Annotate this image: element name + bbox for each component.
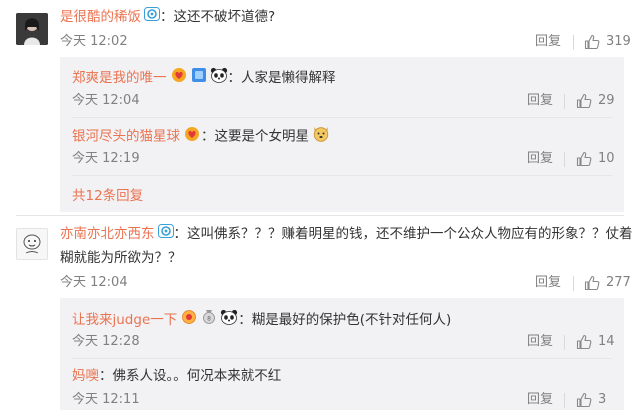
- timestamp: 今天 12:02: [60, 34, 128, 49]
- reply-button[interactable]: 回复: [527, 150, 553, 168]
- reply-line: 妈噢：佛系人设。。何况本来就不红: [72, 366, 281, 386]
- divider: [564, 152, 565, 167]
- divider: [72, 175, 612, 176]
- avatar[interactable]: [16, 13, 48, 45]
- divider: [16, 215, 624, 216]
- reply-line: 银河尽头的猫星球 ：这要是个女明星: [72, 125, 330, 148]
- divider: [564, 94, 565, 109]
- vip-badge-icon: [144, 7, 160, 27]
- reply-button[interactable]: 回复: [535, 33, 561, 51]
- divider: [564, 393, 565, 408]
- like-button[interactable]: 10: [576, 150, 615, 168]
- comment-text: ：这叫佛系？？？赚着明星的钱，还不维护一个公众人物应有的形象？？仗着: [173, 226, 633, 242]
- more-replies-link[interactable]: 共12条回复: [72, 184, 143, 204]
- dog-emoji-icon: [312, 125, 330, 148]
- like-button[interactable]: 319: [584, 33, 631, 51]
- username-link[interactable]: 是很酷的稀饭: [60, 9, 141, 25]
- divider: [72, 358, 612, 359]
- reply-button[interactable]: 回复: [527, 391, 553, 409]
- username-link[interactable]: 银河尽头的猫星球: [72, 129, 180, 145]
- like-button[interactable]: 29: [576, 92, 615, 110]
- timestamp: 今天 12:28: [72, 334, 140, 349]
- vip-badge-icon: [157, 224, 174, 244]
- svg-text:8: 8: [207, 316, 211, 323]
- comment-text-continued: 糊就能为所欲为？？: [60, 250, 182, 266]
- reply-text: ：这要是个女明星: [201, 128, 309, 145]
- medal-badge-icon: 8: [201, 309, 217, 331]
- timestamp: 今天 12:11: [72, 392, 140, 407]
- panda-emoji-icon: [220, 309, 238, 331]
- thumb-up-icon: [576, 93, 592, 109]
- thumb-up-icon: [576, 334, 592, 350]
- reply-text: ：佛系人设。。何况本来就不红: [99, 368, 282, 384]
- reply-button[interactable]: 回复: [527, 92, 553, 110]
- reply-line: 郑爽是我的唯一 ：人家是懒得解释: [72, 67, 336, 89]
- heart-badge-icon: [183, 126, 201, 148]
- like-button[interactable]: 14: [576, 333, 615, 351]
- like-count: 10: [598, 151, 615, 166]
- reply-text: ：人家是懒得解释: [227, 70, 336, 86]
- reply-line: 让我来judge一下 8 ：糊是最好的保护色(不针对任何人): [72, 309, 451, 331]
- like-count: 14: [598, 334, 615, 349]
- panda-emoji-icon: [210, 67, 228, 89]
- divider: [72, 117, 612, 118]
- username-link[interactable]: 让我来judge一下: [72, 312, 177, 328]
- divider: [564, 335, 565, 350]
- divider: [573, 35, 574, 50]
- sun-badge-icon: [180, 309, 198, 331]
- username-link[interactable]: 亦南亦北亦西东: [60, 226, 155, 242]
- comment-text: ：这还不破坏道德?: [160, 9, 276, 25]
- reply-button[interactable]: 回复: [527, 333, 553, 351]
- timestamp: 今天 12:04: [72, 93, 140, 108]
- thumb-up-icon: [576, 392, 592, 408]
- avatar[interactable]: [16, 228, 48, 260]
- username-link[interactable]: 妈噢: [72, 368, 99, 384]
- like-count: 319: [606, 34, 631, 49]
- like-button[interactable]: 277: [584, 274, 631, 292]
- member-badge-icon: [191, 67, 207, 89]
- username-link[interactable]: 郑爽是我的唯一: [72, 70, 167, 86]
- heart-badge-icon: [170, 67, 188, 89]
- timestamp: 今天 12:19: [72, 151, 140, 166]
- reply-button[interactable]: 回复: [535, 274, 561, 292]
- divider: [573, 276, 574, 291]
- like-button[interactable]: 3: [576, 391, 606, 409]
- comment-line: 亦南亦北亦西东 ：这叫佛系？？？赚着明星的钱，还不维护一个公众人物应有的形象？？仗…: [60, 224, 633, 244]
- comment-line: 是很酷的稀饭 ：这还不破坏道德?: [60, 7, 275, 27]
- like-count: 277: [606, 275, 631, 290]
- like-count: 29: [598, 93, 615, 108]
- thumb-up-icon: [576, 151, 592, 167]
- like-count: 3: [598, 392, 607, 407]
- thumb-up-icon: [584, 34, 600, 50]
- timestamp: 今天 12:04: [60, 275, 128, 290]
- reply-text: ：糊是最好的保护色(不针对任何人): [238, 312, 452, 328]
- thumb-up-icon: [584, 275, 600, 291]
